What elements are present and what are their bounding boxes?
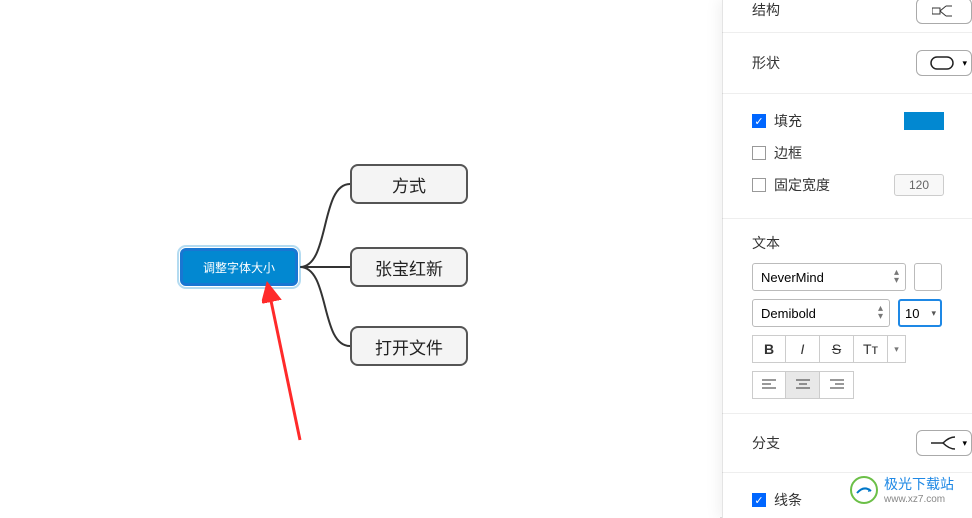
format-panel: 结构 形状 ▾ ✓ 填充 边框 <box>722 0 972 518</box>
shape-icon <box>930 56 958 70</box>
structure-icon <box>932 4 956 18</box>
align-left-icon <box>762 379 776 391</box>
bold-button[interactable]: B <box>752 335 786 363</box>
font-color-select[interactable] <box>914 263 942 291</box>
watermark-logo-icon <box>850 476 878 504</box>
structure-select[interactable] <box>916 0 972 24</box>
shape-select[interactable]: ▾ <box>916 50 972 76</box>
child-node-label: 方式 <box>392 172 426 197</box>
fill-label: 填充 <box>774 111 802 131</box>
italic-button[interactable]: I <box>786 335 820 363</box>
font-size-input[interactable]: 10 ▾ <box>898 299 942 327</box>
watermark-url: www.xz7.com <box>884 494 954 505</box>
watermark: 极光下载站 www.xz7.com <box>850 474 954 505</box>
structure-label: 结构 <box>752 0 780 20</box>
line-label: 线条 <box>774 490 802 510</box>
child-node[interactable]: 张宝红新 <box>350 247 468 287</box>
text-case-button[interactable]: Tᴛ <box>854 335 888 363</box>
strikethrough-button[interactable]: S <box>820 335 854 363</box>
font-family-select[interactable]: NeverMind ▴▾ <box>752 263 906 291</box>
mindmap-canvas[interactable]: 调整字体大小 方式 张宝红新 打开文件 <box>0 0 720 518</box>
fixed-width-label: 固定宽度 <box>774 175 830 195</box>
child-node-label: 张宝红新 <box>375 255 443 280</box>
align-left-button[interactable] <box>752 371 786 399</box>
align-center-icon <box>796 379 810 391</box>
align-right-button[interactable] <box>820 371 854 399</box>
more-text-button[interactable]: ▾ <box>888 335 906 363</box>
shape-label: 形状 <box>752 53 780 73</box>
branch-style-select[interactable]: ▾ <box>916 430 972 456</box>
font-size-value: 10 <box>905 306 919 321</box>
root-node-label: 调整字体大小 <box>203 259 275 276</box>
font-weight-select[interactable]: Demibold ▴▾ <box>752 299 890 327</box>
child-node[interactable]: 打开文件 <box>350 326 468 366</box>
fill-color-swatch[interactable] <box>904 112 944 130</box>
text-section-label: 文本 <box>752 233 942 253</box>
child-node[interactable]: 方式 <box>350 164 468 204</box>
line-checkbox[interactable]: ✓ <box>752 493 766 507</box>
font-family-value: NeverMind <box>761 270 824 285</box>
fixed-width-checkbox[interactable] <box>752 178 766 192</box>
align-right-icon <box>830 379 844 391</box>
watermark-name: 极光下载站 <box>884 474 954 494</box>
root-node[interactable]: 调整字体大小 <box>180 248 298 286</box>
fixed-width-input[interactable]: 120 <box>894 174 944 196</box>
align-center-button[interactable] <box>786 371 820 399</box>
child-node-label: 打开文件 <box>375 334 443 359</box>
font-weight-value: Demibold <box>761 306 816 321</box>
border-checkbox[interactable] <box>752 146 766 160</box>
border-label: 边框 <box>774 143 802 163</box>
branch-style-icon <box>929 435 959 451</box>
branch-label: 分支 <box>752 433 780 453</box>
fill-checkbox[interactable]: ✓ <box>752 114 766 128</box>
